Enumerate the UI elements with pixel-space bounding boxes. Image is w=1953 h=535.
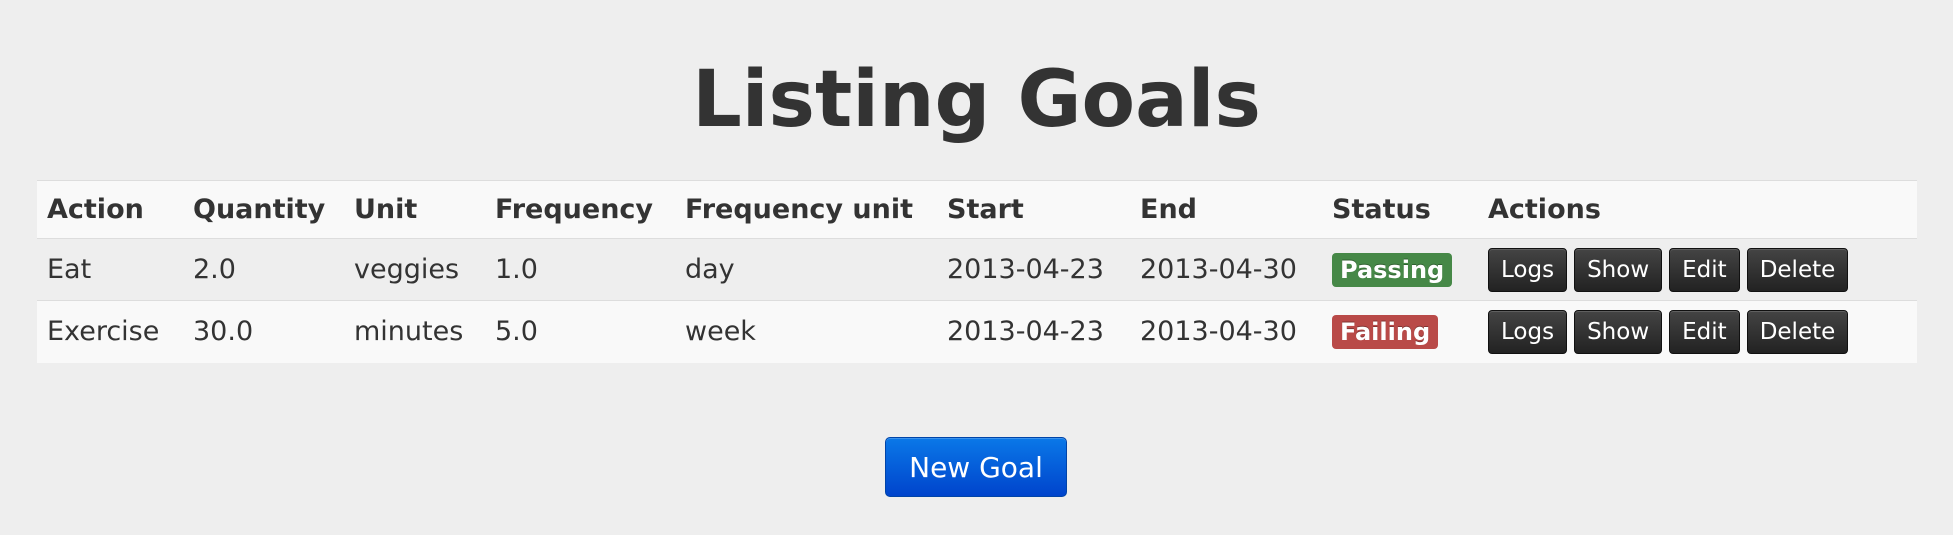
header-status: Status: [1332, 194, 1431, 225]
logs-button[interactable]: Logs: [1488, 247, 1568, 292]
table-row: Eat 2.0 veggies 1.0 day 2013-04-23 2013-…: [37, 238, 1917, 301]
header-frequency: Frequency: [495, 194, 654, 225]
header-actions: Actions: [1488, 194, 1601, 225]
logs-button[interactable]: Logs: [1488, 309, 1568, 354]
cell-end: 2013-04-30: [1140, 254, 1297, 285]
header-frequency-unit: Frequency unit: [685, 194, 914, 225]
edit-button[interactable]: Edit: [1669, 247, 1740, 292]
header-quantity: Quantity: [193, 194, 326, 225]
show-button[interactable]: Show: [1574, 247, 1663, 292]
cell-quantity: 2.0: [193, 254, 236, 285]
header-start: Start: [947, 194, 1024, 225]
table-row: Exercise 30.0 minutes 5.0 week 2013-04-2…: [37, 300, 1917, 363]
cell-start: 2013-04-23: [947, 316, 1104, 348]
cell-frequency: 1.0: [495, 254, 538, 285]
cell-status: Failing: [1322, 301, 1478, 363]
cell-start: 2013-04-23: [947, 254, 1104, 285]
cell-unit: veggies: [354, 254, 460, 285]
goals-page: Listing Goals Action Quantity Unit Frequ…: [0, 0, 1953, 535]
delete-button[interactable]: Delete: [1746, 309, 1849, 354]
cell-action: Exercise: [47, 316, 160, 348]
show-button[interactable]: Show: [1574, 309, 1663, 354]
cell-unit: minutes: [354, 316, 464, 348]
delete-button[interactable]: Delete: [1746, 247, 1849, 292]
page-title: Listing Goals: [692, 55, 1261, 145]
cell-quantity: 30.0: [193, 316, 254, 348]
header-unit: Unit: [354, 194, 418, 225]
status-badge: Passing: [1332, 252, 1453, 287]
status-badge: Failing: [1332, 314, 1439, 349]
edit-button[interactable]: Edit: [1669, 309, 1740, 354]
cell-action: Eat: [47, 254, 92, 285]
goals-table: Action Quantity Unit Frequency Frequency…: [37, 180, 1917, 363]
cell-status: Passing: [1322, 239, 1478, 301]
cell-frequency: 5.0: [495, 316, 538, 348]
cell-end: 2013-04-30: [1140, 316, 1297, 348]
table-header-row: Action Quantity Unit Frequency Frequency…: [37, 180, 1917, 239]
header-action: Action: [47, 194, 144, 225]
header-end: End: [1140, 194, 1197, 225]
new-goal-button[interactable]: New Goal: [885, 437, 1067, 497]
cell-actions: Logs Show Edit Delete: [1478, 239, 1917, 301]
cell-frequency-unit: day: [685, 254, 735, 285]
cell-frequency-unit: week: [685, 316, 756, 348]
cell-actions: Logs Show Edit Delete: [1478, 301, 1917, 363]
